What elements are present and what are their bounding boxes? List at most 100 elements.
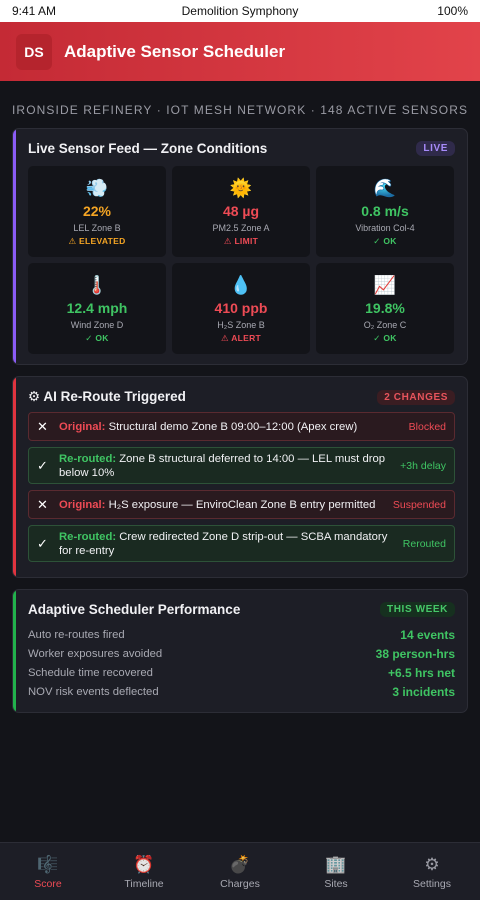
sensor-tile[interactable]: 🌡️ 12.4 mph Wind Zone D ✓ OK <box>28 263 166 354</box>
original-item[interactable]: ✕ Original: Structural demo Zone B 09:00–… <box>28 412 455 441</box>
reroute-item[interactable]: ✓ Re-routed: Zone B structural deferred t… <box>28 447 455 484</box>
live-badge: LIVE <box>416 141 455 156</box>
sensor-tile[interactable]: 🌊 0.8 m/s Vibration Col-4 ✓ OK <box>316 166 454 257</box>
route-status: Rerouted <box>402 537 446 550</box>
status-time: 9:41 AM <box>12 4 57 18</box>
period-badge[interactable]: THIS WEEK <box>380 602 455 617</box>
score-icon: 🎼 <box>37 854 59 874</box>
tab-timeline[interactable]: ⏰ Timeline <box>96 843 192 900</box>
tab-sites[interactable]: 🏢 Sites <box>288 843 384 900</box>
performance-card: Adaptive Scheduler Performance THIS WEEK… <box>12 589 468 713</box>
metric-value: 14 events <box>400 627 455 642</box>
gear-icon: ⚙ <box>424 854 440 874</box>
sensor-status: ⚠ ELEVATED <box>68 235 126 246</box>
reroute-title: ⚙ AI Re-Route Triggered <box>28 389 186 404</box>
check-icon: ✓ <box>37 535 48 551</box>
performance-row: Schedule time recovered +6.5 hrs net <box>28 663 455 682</box>
nav-label: Charges <box>220 877 260 890</box>
performance-row: NOV risk events deflected 3 incidents <box>28 682 455 701</box>
sensor-label: H₂S Zone B <box>217 319 265 330</box>
performance-row: Auto re-routes fired 14 events <box>28 625 455 644</box>
reroute-card: ⚙ AI Re-Route Triggered 2 CHANGES ✕ Origi… <box>12 376 468 578</box>
route-status: Blocked <box>408 420 446 433</box>
tab-settings[interactable]: ⚙ Settings <box>384 843 480 900</box>
wind-gas-icon: 💨 <box>85 177 109 198</box>
metric-label: Schedule time recovered <box>28 666 153 679</box>
close-icon: ✕ <box>37 418 48 434</box>
nav-label: Settings <box>413 877 451 890</box>
app-logo: DS <box>16 33 52 70</box>
sensor-status: ✓ OK <box>373 332 397 343</box>
close-icon: ✕ <box>37 496 48 512</box>
sensor-label: O₂ Zone C <box>363 319 407 330</box>
route-text: Original: Structural demo Zone B 09:00–1… <box>59 420 401 434</box>
metric-value: 38 person-hrs <box>375 646 455 661</box>
sensor-tile[interactable]: 💨 22% LEL Zone B ⚠ ELEVATED <box>28 166 166 257</box>
bomb-icon: 💣 <box>229 854 251 874</box>
route-prefix: Original: <box>59 498 106 511</box>
sensor-value: 12.4 mph <box>66 299 128 316</box>
route-text: Re-routed: Zone B structural deferred to… <box>59 452 392 480</box>
route-text: Re-routed: Crew redirected Zone D strip-… <box>59 530 395 558</box>
metric-value: 3 incidents <box>392 684 455 699</box>
bottom-nav: 🎼 Score ⏰ Timeline 💣 Charges 🏢 Sites ⚙ Settings <box>0 842 480 900</box>
sensor-grid: 💨 22% LEL Zone B ⚠ ELEVATED 🌞 48 µg PM2.5 Zone… <box>13 156 467 354</box>
droplet-icon: 💧 <box>229 274 253 295</box>
nav-label: Timeline <box>124 877 164 890</box>
wave-icon: 🌊 <box>373 177 397 198</box>
page-title: Adaptive Sensor Scheduler <box>64 41 286 61</box>
status-title: Demolition Symphony <box>181 4 299 18</box>
battery-level: 100% <box>437 4 468 18</box>
route-prefix: Re-routed: <box>59 530 117 543</box>
sensor-value: 22% <box>82 202 112 219</box>
route-description: H₂S exposure — EnviroClean Zone B entry … <box>108 498 376 511</box>
sensor-status: ✓ OK <box>373 235 397 246</box>
route-prefix: Re-routed: <box>59 452 117 465</box>
building-icon: 🏢 <box>325 854 347 874</box>
metric-label: Worker exposures avoided <box>28 647 163 660</box>
sensor-label: Vibration Col-4 <box>355 222 415 233</box>
metric-label: Auto re-routes fired <box>28 628 125 641</box>
reroute-item[interactable]: ✓ Re-routed: Crew redirected Zone D strip… <box>28 525 455 562</box>
performance-row: Worker exposures avoided 38 person-hrs <box>28 644 455 663</box>
sensor-tile[interactable]: 💧 410 ppb H₂S Zone B ⚠ ALERT <box>172 263 310 354</box>
sensor-status: ⚠ ALERT <box>220 332 262 343</box>
sensor-label: Wind Zone D <box>70 319 124 330</box>
sensor-label: LEL Zone B <box>73 222 121 233</box>
metric-label: NOV risk events deflected <box>28 685 159 698</box>
original-item[interactable]: ✕ Original: H₂S exposure — EnviroClean Zo… <box>28 490 455 519</box>
sensor-tile[interactable]: 📈 19.8% O₂ Zone C ✓ OK <box>316 263 454 354</box>
sensor-value: 48 µg <box>222 202 260 219</box>
check-icon: ✓ <box>37 457 48 473</box>
nav-label: Sites <box>324 877 348 890</box>
sensor-value: 19.8% <box>365 299 405 316</box>
sensor-label: PM2.5 Zone A <box>212 222 270 233</box>
sensor-tile[interactable]: 🌞 48 µg PM2.5 Zone A ⚠ LIMIT <box>172 166 310 257</box>
sensor-value: 410 ppb <box>214 299 268 316</box>
route-list: ✕ Original: Structural demo Zone B 09:00–… <box>13 405 467 562</box>
sun-icon: 🌞 <box>229 177 253 198</box>
sensor-status: ✓ OK <box>85 332 109 343</box>
performance-title: Adaptive Scheduler Performance <box>28 602 241 617</box>
tab-score[interactable]: 🎼 Score <box>0 843 96 900</box>
changes-badge: 2 CHANGES <box>377 389 455 405</box>
performance-list: Auto re-routes fired 14 events Worker expo… <box>13 617 467 701</box>
site-subtitle: IRONSIDE REFINERY · IOT MESH NETWORK · 1… <box>12 103 469 117</box>
alarm-clock-icon: ⏰ <box>133 854 155 874</box>
status-bar: 9:41 AM Demolition Symphony 100% <box>0 0 480 22</box>
thermometer-icon: 🌡️ <box>85 274 109 295</box>
route-status: Suspended <box>392 498 446 511</box>
sensor-feed-card: Live Sensor Feed — Zone Conditions LIVE … <box>12 128 468 365</box>
chart-up-icon: 📈 <box>373 274 397 295</box>
route-description: Structural demo Zone B 09:00–12:00 (Apex… <box>108 420 358 433</box>
metric-value: +6.5 hrs net <box>387 665 455 680</box>
sensor-status: ⚠ LIMIT <box>223 235 259 246</box>
nav-label: Score <box>34 877 62 890</box>
tab-charges[interactable]: 💣 Charges <box>192 843 288 900</box>
app-header: DS Adaptive Sensor Scheduler <box>0 22 480 81</box>
route-status: +3h delay <box>400 459 446 472</box>
route-text: Original: H₂S exposure — EnviroClean Zon… <box>59 498 385 512</box>
sensor-value: 0.8 m/s <box>361 202 409 219</box>
sensor-feed-title: Live Sensor Feed — Zone Conditions <box>28 141 268 156</box>
route-prefix: Original: <box>59 420 106 433</box>
